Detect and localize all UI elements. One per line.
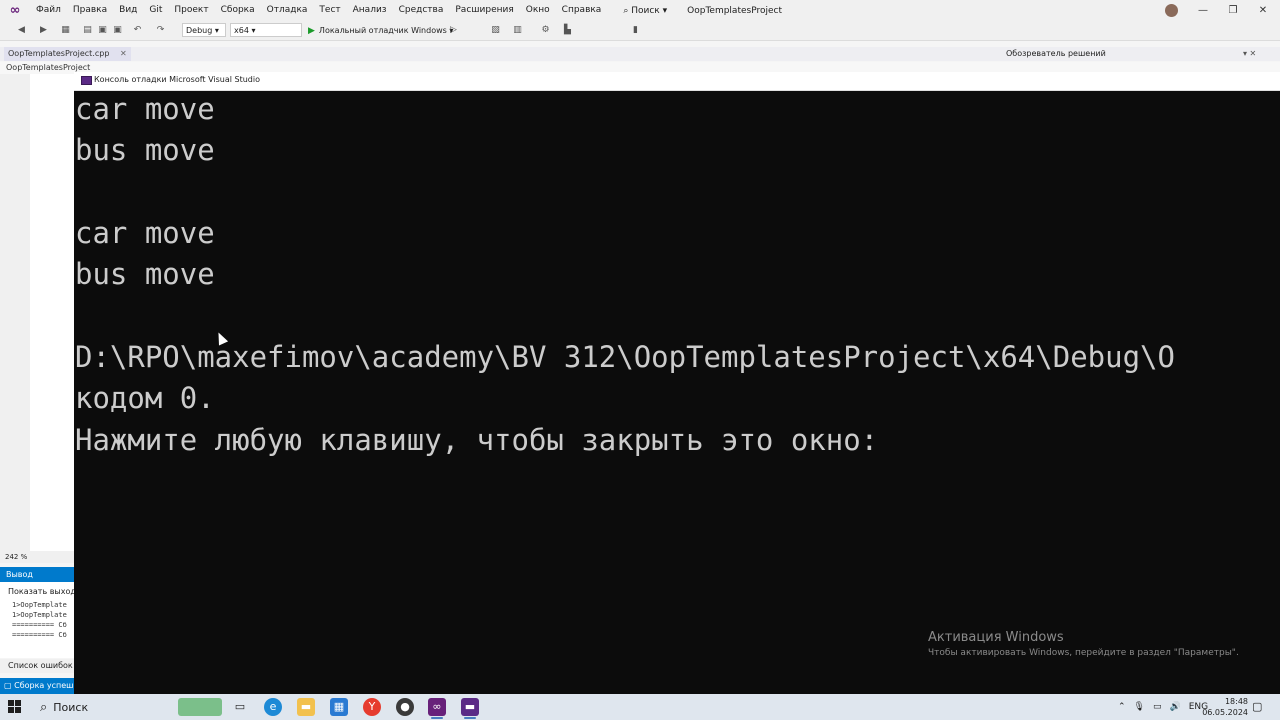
menu-help[interactable]: Справка bbox=[556, 0, 608, 21]
network-icon[interactable]: ▭ bbox=[1153, 702, 1162, 712]
output-panel-header[interactable]: Вывод bbox=[0, 567, 74, 582]
search-icon: ⌕ bbox=[40, 699, 48, 715]
yandex-browser-icon[interactable]: Y bbox=[363, 698, 381, 716]
account-avatar[interactable] bbox=[1165, 4, 1178, 17]
console-line: кодом 0. bbox=[75, 381, 215, 415]
tab-oop-templates-project-cpp[interactable]: OopTemplatesProject.cpp ✕ bbox=[4, 47, 131, 61]
console-line: bus move bbox=[75, 133, 215, 167]
console-titlebar[interactable]: Консоль отладки Microsoft Visual Studio bbox=[74, 72, 1280, 91]
forward-icon[interactable]: ▶ bbox=[38, 25, 49, 36]
taskbar-search[interactable]: ⌕ Поиск bbox=[40, 698, 88, 716]
active-app-indicator bbox=[464, 717, 476, 719]
close-tab-icon[interactable]: ✕ bbox=[120, 49, 127, 58]
task-view-icon[interactable]: ▭ bbox=[231, 698, 249, 716]
build-status: Сборка успешно bbox=[14, 681, 74, 690]
solution-explorer-controls[interactable]: ▾ ✕ bbox=[1243, 47, 1256, 61]
save-all-icon[interactable]: ▣ bbox=[112, 25, 123, 36]
edge-browser-icon[interactable]: e bbox=[264, 698, 282, 716]
console-line: car move bbox=[75, 216, 215, 250]
clock-date: 06.05.2024 bbox=[1202, 708, 1248, 717]
search-menu[interactable]: ⌕ Поиск ▾ bbox=[617, 6, 673, 16]
taskbar: ⌕ Поиск ▭ e ▬ ▦ Y ● ∞ ▬ ⌃ 🎙 ▭ 🔊 ENG 18:4… bbox=[0, 694, 1280, 720]
output-line: 1>OopTemplate bbox=[12, 601, 67, 609]
minimize-icon[interactable]: — bbox=[1188, 0, 1218, 21]
menu-view[interactable]: Вид bbox=[113, 0, 143, 21]
menu-bar: ∞ Файл Правка Вид Git Проект Сборка Отла… bbox=[0, 0, 1280, 21]
console-title: Консоль отладки Microsoft Visual Studio bbox=[94, 75, 260, 84]
menu-edit[interactable]: Правка bbox=[67, 0, 113, 21]
editor-margin bbox=[0, 74, 30, 554]
menu-extensions[interactable]: Расширения bbox=[449, 0, 519, 21]
volume-icon[interactable]: 🔊 bbox=[1170, 702, 1181, 712]
undo-icon[interactable]: ↶ bbox=[132, 25, 143, 36]
clock[interactable]: 18:48 06.05.2024 bbox=[1198, 696, 1248, 718]
configuration-select[interactable]: Debug ▾ bbox=[182, 23, 226, 37]
microsoft-store-icon[interactable]: ▦ bbox=[330, 698, 348, 716]
menu-debug[interactable]: Отладка bbox=[261, 0, 314, 21]
redo-icon[interactable]: ↷ bbox=[155, 25, 166, 36]
new-item-icon[interactable]: ▦ bbox=[60, 25, 71, 36]
toolbar-tool-icon[interactable]: ▥ bbox=[512, 25, 523, 36]
document-tab-row: OopTemplatesProject.cpp ✕ Обозреватель р… bbox=[0, 47, 1280, 61]
github-desktop-icon[interactable]: ● bbox=[396, 698, 414, 716]
platform-select[interactable]: x64 ▾ bbox=[230, 23, 302, 37]
menu-window[interactable]: Окно bbox=[520, 0, 556, 21]
console-icon bbox=[81, 76, 92, 85]
output-panel: Показать выходные 1>OopTemplate 1>OopTem… bbox=[0, 582, 92, 658]
toolbar-tool-icon[interactable]: ▧ bbox=[490, 25, 501, 36]
zoom-level[interactable]: 242 % bbox=[0, 551, 74, 563]
menu-analyze[interactable]: Анализ bbox=[347, 0, 393, 21]
play-icon: ▶ bbox=[308, 25, 315, 36]
chevron-up-icon[interactable]: ⌃ bbox=[1118, 702, 1126, 712]
menu-tools[interactable]: Средства bbox=[393, 0, 450, 21]
debug-console-taskbar-icon[interactable]: ▬ bbox=[461, 698, 479, 716]
save-icon[interactable]: ▣ bbox=[97, 25, 108, 36]
open-folder-icon[interactable]: ▤ bbox=[82, 25, 93, 36]
visual-studio-logo-icon[interactable]: ∞ bbox=[0, 0, 30, 21]
output-line: 1>OopTemplate bbox=[12, 611, 67, 619]
menu-git[interactable]: Git bbox=[143, 0, 168, 21]
activation-watermark-title: Активация Windows bbox=[928, 630, 1064, 645]
toolbar-tool-icon[interactable]: ▙ bbox=[562, 25, 573, 36]
console-line: car move bbox=[75, 92, 215, 126]
file-explorer-icon[interactable]: ▬ bbox=[297, 698, 315, 716]
close-icon[interactable]: ✕ bbox=[1248, 0, 1278, 21]
notifications-icon[interactable]: ▢ bbox=[1252, 700, 1262, 713]
start-without-debugging-icon[interactable]: ▷ bbox=[448, 25, 459, 36]
microphone-icon[interactable]: 🎙 bbox=[1134, 702, 1145, 712]
menu-file[interactable]: Файл bbox=[30, 0, 67, 21]
toolbar: ◀ ▶ ▦ ▤ ▣ ▣ ↶ ↷ Debug ▾ x64 ▾ ▶ Локальны… bbox=[0, 21, 1280, 41]
back-icon[interactable]: ◀ bbox=[16, 25, 27, 36]
status-icon: ▢ bbox=[4, 681, 15, 690]
windows-start-icon[interactable] bbox=[8, 700, 22, 714]
menu-test[interactable]: Тест bbox=[313, 0, 346, 21]
output-line: ========== Сб bbox=[12, 621, 67, 629]
console-line: bus move bbox=[75, 257, 215, 291]
visual-studio-icon[interactable]: ∞ bbox=[428, 698, 446, 716]
clock-time: 18:48 bbox=[1224, 697, 1248, 706]
console-line: Нажмите любую клавишу, чтобы закрыть это… bbox=[75, 423, 879, 457]
solution-explorer-title: Обозреватель решений bbox=[1006, 49, 1106, 58]
menu-build[interactable]: Сборка bbox=[215, 0, 261, 21]
toolbar-tool-icon[interactable]: ⚙ bbox=[540, 25, 551, 36]
search-highlight-icon[interactable] bbox=[178, 698, 222, 716]
activation-watermark-subtitle: Чтобы активировать Windows, перейдите в … bbox=[928, 648, 1239, 658]
start-debugging-button[interactable]: ▶ Локальный отладчик Windows ▾ bbox=[308, 23, 453, 38]
error-list-tab[interactable]: Список ошибок bbox=[0, 659, 74, 673]
active-app-indicator bbox=[431, 717, 443, 719]
bookmark-icon[interactable]: ▮ bbox=[630, 25, 641, 36]
menu-project[interactable]: Проект bbox=[168, 0, 214, 21]
code-editor[interactable] bbox=[0, 74, 74, 554]
status-bar: ▢ Сборка успешно bbox=[0, 678, 74, 694]
output-line: ========== Сб bbox=[12, 631, 67, 639]
debug-console-window[interactable]: Консоль отладки Microsoft Visual Studio … bbox=[74, 72, 1280, 694]
maximize-icon[interactable]: ❐ bbox=[1218, 0, 1248, 21]
project-title: OopTemplatesProject bbox=[687, 5, 782, 16]
console-line: D:\RPO\maxefimov\academy\BV 312\OopTempl… bbox=[75, 340, 1175, 374]
